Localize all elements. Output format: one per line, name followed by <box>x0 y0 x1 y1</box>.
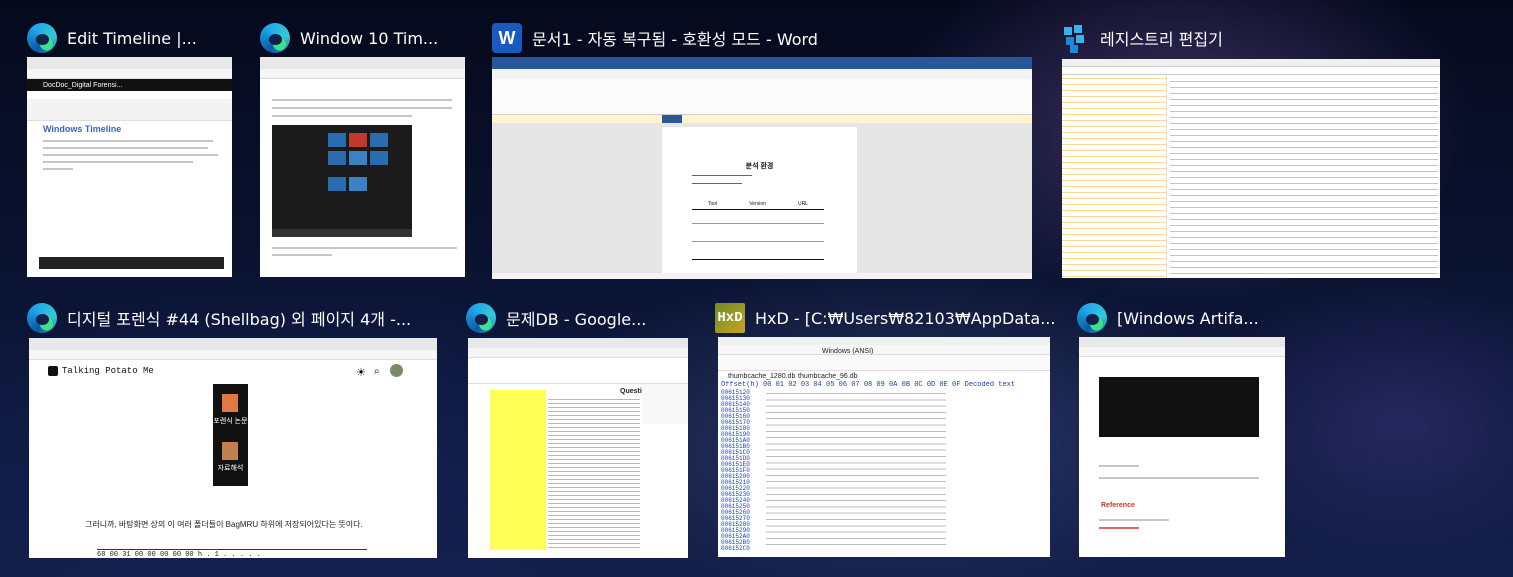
task-view-window-edit-timeline[interactable]: Edit Timeline |... DocDoc_Digital Forens… <box>27 23 467 278</box>
hex-offset-column: 00615120 00615130 00615140 00615150 00615160… <box>721 390 750 552</box>
window-title: 문서1 - 자동 복구됨 - 호환성 모드 - Word <box>532 30 818 49</box>
window-title: [Windows Artifa... <box>1117 308 1259 328</box>
folder-label-1: 포렌식 논문 <box>213 418 248 425</box>
window-title: 문제DB - Google... <box>506 310 647 329</box>
table-col-tool: Tool <box>708 201 718 207</box>
task-view-window-hxd[interactable]: HxD HxD - [C:₩Users₩82103₩AppData... Win… <box>715 303 1055 561</box>
hxd-icon: HxD <box>715 303 745 333</box>
document-heading: 분석 환경 <box>745 163 774 170</box>
window-thumbnail[interactable] <box>1062 59 1440 278</box>
window-thumbnail[interactable]: Reference <box>1079 337 1285 557</box>
blog-name: Talking Potato Me <box>62 366 154 376</box>
hxd-tab-2[interactable]: thumbcache_96.db <box>798 372 858 381</box>
folder-label-2: 자료해석 <box>217 465 244 472</box>
window-title: Edit Timeline |... <box>67 28 197 48</box>
task-view-window-win10-timeline[interactable]: Window 10 Tim... <box>260 23 470 53</box>
window-thumbnail[interactable]: Question <box>468 338 688 558</box>
avatar[interactable] <box>390 364 403 377</box>
edge-icon <box>27 303 57 333</box>
hex-header: Offset(h) 00 01 02 03 04 05 06 07 08 09 … <box>721 381 1016 389</box>
task-view-window-word[interactable]: W 문서1 - 자동 복구됨 - 호환성 모드 - Word 분석 환경 Too… <box>492 23 1032 280</box>
window-title: HxD - [C:₩Users₩82103₩AppData... <box>755 308 1056 328</box>
sun-icon[interactable]: ☀ <box>356 366 366 379</box>
note-tab-title: DocDoc_Digital Forensi... <box>43 82 123 89</box>
window-title: 레지스트리 편집기 <box>1100 30 1223 49</box>
paragraph-text: 그러니까, 바탕화면 상의 이 여러 폴더들이 BagMRU 하위에 저장되어있… <box>85 520 363 529</box>
reference-heading: Reference <box>1101 502 1135 509</box>
search-icon[interactable]: ⌕ <box>374 366 380 377</box>
task-view-window-registry-editor[interactable]: 레지스트리 편집기 <box>1060 23 1442 280</box>
hex-row: 68 00 31 00 00 00 00 00 h . 1 . . . . . <box>97 549 367 558</box>
note-heading: Windows Timeline <box>43 124 122 134</box>
edge-icon <box>260 23 290 53</box>
table-col-url: URL <box>797 201 808 207</box>
edge-icon <box>1077 303 1107 333</box>
task-view-window-shellbag-blog[interactable]: 디지털 포렌식 #44 (Shellbag) 외 페이지 4개 -... Tal… <box>27 303 439 561</box>
window-thumbnail[interactable]: Talking Potato Me ☀ ⌕ 포렌식 논문 자료해석 그러니까, … <box>29 338 437 558</box>
edge-icon <box>27 23 57 53</box>
word-icon: W <box>492 23 522 53</box>
registry-editor-icon <box>1060 23 1090 53</box>
window-thumbnail-2[interactable] <box>260 57 465 277</box>
window-thumbnail[interactable]: DocDoc_Digital Forensi... Windows Timeli… <box>27 57 232 277</box>
window-title: Window 10 Tim... <box>300 28 439 48</box>
window-thumbnail[interactable]: Windows (ANSI) thumbcache_1280.db thumbc… <box>718 337 1050 557</box>
edge-icon <box>466 303 496 333</box>
window-title: 디지털 포렌식 #44 (Shellbag) 외 페이지 4개 -... <box>67 310 412 329</box>
window-thumbnail[interactable]: 분석 환경 Tool Version URL <box>492 57 1032 279</box>
table-col-version: Version <box>749 201 766 207</box>
task-view-window-google-sheets[interactable]: 문제DB - Google... Question <box>466 303 688 561</box>
hex-offset: 006152C0 <box>721 545 750 552</box>
hxd-tab-1[interactable]: thumbcache_1280.db <box>728 372 795 381</box>
task-view-window-windows-artifacts[interactable]: [Windows Artifa... Reference <box>1077 303 1287 561</box>
